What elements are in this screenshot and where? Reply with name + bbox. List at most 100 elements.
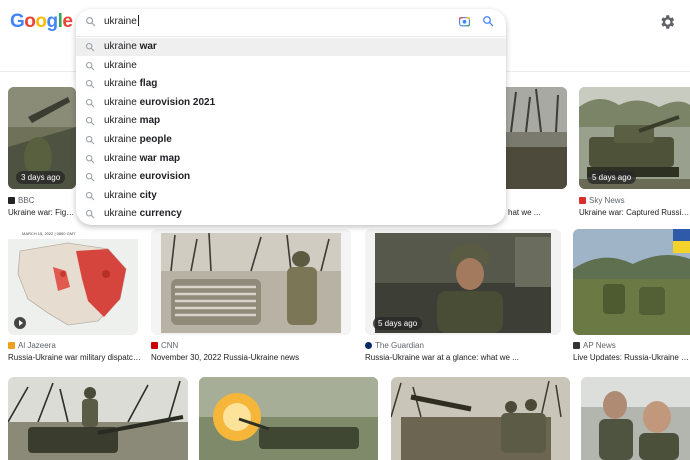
suggestion-text: ukraine <box>104 60 137 71</box>
image-source-sky-news: Sky News <box>579 196 625 205</box>
cnn-favicon <box>151 342 158 349</box>
image-result-ap-news[interactable] <box>573 229 690 335</box>
search-icon <box>85 117 95 126</box>
search-query-text: ukraine <box>104 16 137 27</box>
search-icon <box>85 98 95 108</box>
source-label: Al Jazeera <box>18 341 56 350</box>
image-caption-hidden[interactable]: hat we ... <box>508 208 566 217</box>
image-source-bbc: BBC <box>8 196 34 205</box>
suggestion-completion: war <box>136 41 157 52</box>
suggestion-completion: war map <box>136 152 181 164</box>
search-icon <box>85 61 95 70</box>
image-source-cnn: CNN <box>151 341 178 350</box>
search-autocomplete-panel: ukraine ukraine war ukraine ukraine flag uk… <box>76 9 506 225</box>
search-icon <box>85 42 95 52</box>
image-result-the-guardian[interactable]: 5 days ago <box>365 229 561 335</box>
suggestion-item[interactable]: ukraine currency <box>76 205 506 223</box>
suggestion-text: ukraine eurovision 2021 <box>104 97 215 108</box>
logo-letter: G <box>10 11 25 32</box>
map-header-text: MARCH 15, 2022 | 0800 GMT <box>22 231 76 236</box>
image-caption-ap-news[interactable]: Live Updates: Russia-Ukraine War | A <box>573 353 690 362</box>
image-result-cnn[interactable] <box>151 229 351 335</box>
suggestion-item[interactable]: ukraine map <box>76 112 506 130</box>
image-source-al-jazeera: Al Jazeera <box>8 341 56 350</box>
search-submit-icon[interactable] <box>482 15 494 27</box>
suggestion-completion: flag <box>136 78 158 90</box>
suggestion-item[interactable]: ukraine war <box>76 38 506 56</box>
suggestion-base: ukraine <box>104 134 137 145</box>
search-icon <box>86 17 96 27</box>
suggestion-item[interactable]: ukraine city <box>76 187 506 205</box>
suggestion-item[interactable]: ukraine eurovision 2021 <box>76 94 506 112</box>
search-icon <box>85 210 95 219</box>
source-label: Sky News <box>589 196 625 205</box>
image-result-row3-4[interactable] <box>581 377 690 460</box>
image-result-row3-2[interactable] <box>199 377 378 460</box>
search-icon <box>85 191 95 201</box>
image-result-bbc[interactable]: 3 days ago <box>8 87 76 189</box>
suggestion-completion: map <box>136 115 161 127</box>
play-icon[interactable] <box>14 317 26 329</box>
search-input[interactable]: ukraine <box>104 15 404 27</box>
suggestion-completion: eurovision 2021 <box>136 96 216 108</box>
suggestion-completion: people <box>136 134 172 145</box>
image-caption-al-jazeera[interactable]: Russia-Ukraine war military dispatch... <box>8 353 144 362</box>
suggestion-base: ukraine <box>104 115 137 127</box>
suggestion-text: ukraine currency <box>104 208 182 219</box>
search-icon <box>85 154 95 163</box>
search-icon <box>85 173 95 182</box>
suggestion-item[interactable]: ukraine <box>76 57 506 75</box>
search-box[interactable]: ukraine <box>76 9 506 35</box>
search-divider <box>76 36 506 37</box>
al-jazeera-favicon <box>8 342 15 349</box>
google-logo[interactable]: Google <box>10 11 73 33</box>
image-source-the-guardian: The Guardian <box>365 341 424 350</box>
image-result-row3-3[interactable] <box>391 377 570 460</box>
suggestion-item[interactable]: ukraine people <box>76 131 506 149</box>
suggestion-text: ukraine people <box>104 134 172 145</box>
gear-icon[interactable] <box>658 13 676 31</box>
camera-icon[interactable] <box>458 15 471 28</box>
image-result-hidden[interactable] <box>506 87 567 189</box>
suggestion-text: ukraine flag <box>104 78 157 89</box>
logo-letter: e <box>62 11 73 32</box>
suggestion-base: ukraine <box>104 96 137 108</box>
guardian-favicon <box>365 342 372 349</box>
suggestion-base: ukraine <box>104 171 137 183</box>
suggestion-completion: city <box>136 189 157 201</box>
image-source-ap-news: AP News <box>573 341 616 350</box>
search-icon <box>85 135 95 145</box>
logo-letter: o <box>35 11 47 32</box>
image-age-badge: 5 days ago <box>587 171 637 184</box>
image-caption-cnn[interactable]: November 30, 2022 Russia-Ukraine news <box>151 353 351 362</box>
sky-news-favicon <box>579 197 586 204</box>
image-caption-the-guardian[interactable]: Russia-Ukraine war at a glance: what we … <box>365 353 561 362</box>
search-icon <box>85 80 95 89</box>
suggestion-text: ukraine map <box>104 115 160 126</box>
image-result-row3-1[interactable] <box>8 377 188 460</box>
logo-letter: g <box>46 11 59 32</box>
suggestion-item[interactable]: ukraine eurovision <box>76 168 506 186</box>
source-label: The Guardian <box>375 341 424 350</box>
suggestion-item[interactable]: ukraine war map <box>76 150 506 168</box>
image-age-badge: 3 days ago <box>16 171 66 184</box>
suggestion-base: ukraine <box>104 41 137 52</box>
logo-letter: o <box>24 11 36 32</box>
suggestion-text: ukraine eurovision <box>104 171 190 182</box>
suggestion-text: ukraine war <box>104 41 157 52</box>
image-result-al-jazeera[interactable]: MARCH 15, 2022 | 0800 GMT <box>8 229 138 335</box>
image-caption-bbc[interactable]: Ukraine war: Fighting <box>8 208 78 217</box>
suggestion-completion: eurovision <box>136 171 191 183</box>
suggestion-completion: currency <box>136 208 182 220</box>
source-label: AP News <box>583 341 616 350</box>
image-result-sky-news[interactable]: 5 days ago <box>579 87 690 189</box>
suggestion-base: ukraine <box>104 208 137 220</box>
source-label: BBC <box>18 196 35 205</box>
ap-news-favicon <box>573 342 580 349</box>
source-label: CNN <box>161 341 179 350</box>
image-caption-sky-news[interactable]: Ukraine war: Captured Russian do <box>579 208 690 217</box>
suggestion-base: ukraine <box>104 189 137 201</box>
suggestion-base: ukraine <box>104 78 137 90</box>
text-cursor <box>137 15 139 26</box>
suggestion-item[interactable]: ukraine flag <box>76 75 506 93</box>
